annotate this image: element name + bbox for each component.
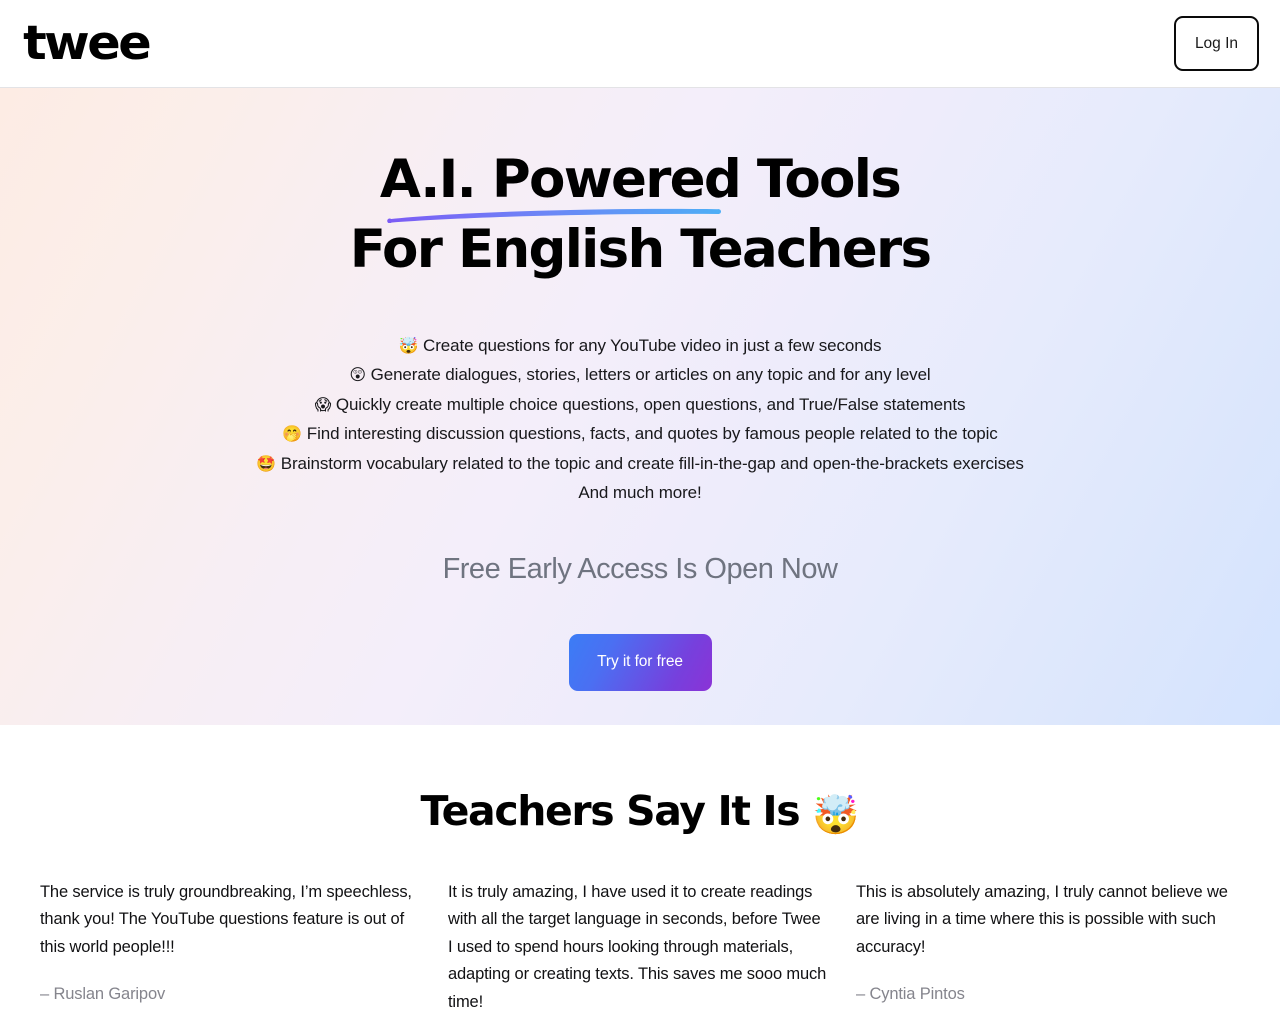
testimonials-heading: Teachers Say It Is 🤯 [0,787,1280,839]
testimonial-author: – Cyntia Pintos [856,985,965,1004]
site-header: twee Log In [0,0,1280,88]
testimonial-card: This is absolutely amazing, I truly cann… [856,879,1236,1024]
testimonials-section: Teachers Say It Is 🤯 The service is trul… [0,725,1280,1024]
feature-text: Generate dialogues, stories, letters or … [370,365,931,385]
feature-item: 😲 Generate dialogues, stories, letters o… [256,360,1023,390]
testimonial-author: – Ruslan Garipov [40,985,166,1004]
feature-item: And much more! [256,478,1023,508]
feature-text: Find interesting discussion questions, f… [306,424,998,444]
star-struck-icon: 🤩 [256,453,277,473]
feature-item: 😱 Quickly create multiple choice questio… [256,390,1023,420]
headline-line-1: A.I. Powered Tools [379,149,902,210]
feature-text: Quickly create multiple choice questions… [335,394,966,414]
login-button[interactable]: Log In [1174,16,1259,71]
testimonial-card: The service is truly groundbreaking, I’m… [40,879,420,1024]
testimonial-text: It is truly amazing, I have used it to c… [448,882,827,1011]
feature-text: Create questions for any YouTube video i… [423,335,882,355]
hand-over-mouth-icon: 🤭 [282,424,303,444]
testimonial-card: It is truly amazing, I have used it to c… [448,879,828,1024]
testimonials-heading-text: Teachers Say It Is [420,787,801,835]
testimonial-card-list: The service is truly groundbreaking, I’m… [0,879,1280,1024]
screaming-face-icon: 😱 [314,394,332,414]
hero-section: A.I. Powered Tools For English Teachers … [0,88,1280,725]
headline-line-2: For English Teachers [349,219,932,281]
testimonial-text: This is absolutely amazing, I truly cann… [856,882,1228,956]
brand-logo[interactable]: twee [21,20,152,67]
feature-text: Brainstorm vocabulary related to the top… [280,453,1024,473]
hero-headline: A.I. Powered Tools For English Teachers [349,145,932,286]
hero-subheadline: Free Early Access Is Open Now [442,552,838,585]
try-it-for-free-button[interactable]: Try it for free [568,633,712,691]
exploding-head-icon: 🤯 [398,335,419,355]
astonished-face-icon: 😲 [349,365,366,385]
feature-item: 🤯 Create questions for any YouTube video… [256,331,1023,361]
exploding-head-icon: 🤯 [812,793,860,837]
feature-item: 🤩 Brainstorm vocabulary related to the t… [256,449,1024,479]
feature-text: And much more! [578,483,702,503]
feature-item: 🤭 Find interesting discussion questions,… [256,419,1023,449]
hero-feature-list: 🤯 Create questions for any YouTube video… [256,331,1024,508]
testimonial-text: The service is truly groundbreaking, I’m… [40,882,412,956]
landing-page: twee Log In A.I. Powered Tools For Engli… [0,0,1280,1024]
